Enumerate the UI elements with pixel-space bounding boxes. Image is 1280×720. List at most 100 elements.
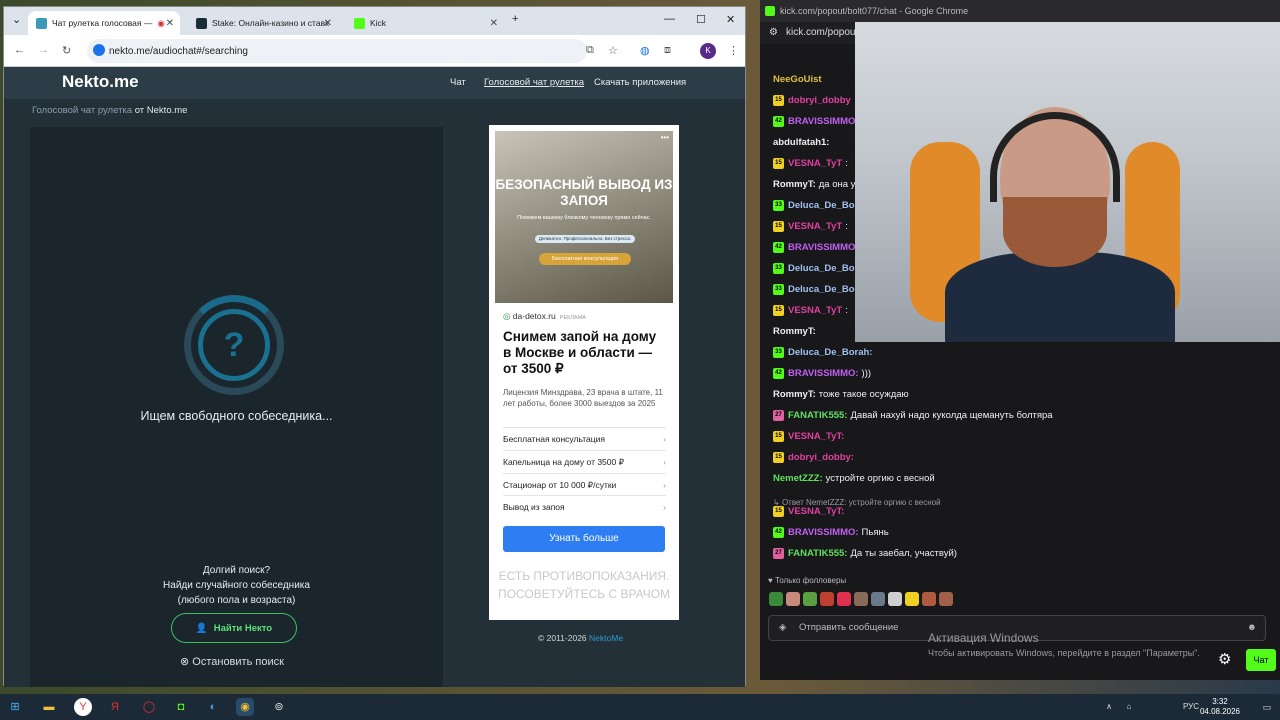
new-tab-icon[interactable]: + bbox=[512, 13, 518, 25]
tray-arrow-icon[interactable]: ∧ bbox=[1100, 698, 1118, 716]
emote[interactable] bbox=[837, 592, 851, 606]
explorer-icon[interactable]: ▬ bbox=[40, 698, 58, 716]
chat-username[interactable]: VESNA_TyT bbox=[788, 221, 842, 232]
extension-icon[interactable]: ◍ bbox=[640, 44, 650, 57]
emote[interactable] bbox=[769, 592, 783, 606]
language-indicator[interactable]: РУС bbox=[1182, 698, 1200, 716]
opera-icon[interactable]: ◯ bbox=[140, 698, 158, 716]
close-window-icon[interactable]: ✕ bbox=[726, 13, 735, 26]
chat-message[interactable]: 15 dobryi_dobby bbox=[773, 92, 854, 110]
clock[interactable]: 3:32 04.08.2026 bbox=[1200, 697, 1240, 717]
install-icon[interactable]: ⧉ bbox=[586, 44, 594, 57]
bookmark-star-icon[interactable]: ☆ bbox=[608, 44, 618, 57]
chat-username[interactable]: dobryi_dobby: bbox=[788, 452, 854, 463]
site-settings-icon[interactable]: ⚙ bbox=[769, 22, 778, 44]
chat-username[interactable]: dobryi_dobby bbox=[788, 95, 851, 106]
chat-username[interactable]: FANATIK555: bbox=[788, 548, 847, 559]
url-field[interactable]: nekto.me/audiochat#/searching bbox=[87, 39, 587, 63]
chat-message[interactable]: 42 BRAVISSIMMO bbox=[773, 113, 858, 131]
chat-message[interactable]: 15 VESNA_TyT: bbox=[773, 428, 847, 446]
chat-message[interactable]: 42 BRAVISSIMMO:))) bbox=[773, 365, 871, 383]
chat-message[interactable]: RommyT: bbox=[773, 323, 819, 341]
chat-message[interactable]: 27 FANATIK555: Давай нахуй надо куколда ще… bbox=[773, 407, 1053, 425]
emote[interactable] bbox=[786, 592, 800, 606]
chat-username[interactable]: Deluca_De_Bo bbox=[788, 263, 855, 274]
chrome-icon[interactable]: ◉ bbox=[236, 698, 254, 716]
emote[interactable] bbox=[939, 592, 953, 606]
tab-nekto[interactable]: Чат рулетка голосовая — ◉ ✕ bbox=[28, 11, 180, 35]
tab-stake[interactable]: Stake: Онлайн-казино и ставк ✕ bbox=[188, 11, 338, 35]
maximize-icon[interactable]: ☐ bbox=[696, 13, 706, 26]
emote[interactable] bbox=[922, 592, 936, 606]
chat-username[interactable]: RommyT: bbox=[773, 179, 816, 190]
back-icon[interactable]: ← bbox=[14, 44, 25, 56]
profile-avatar[interactable]: K bbox=[700, 43, 716, 59]
emoji-icon[interactable]: ☻ bbox=[1247, 616, 1257, 640]
emote[interactable] bbox=[871, 592, 885, 606]
notifications-icon[interactable]: ▭ bbox=[1258, 698, 1276, 716]
emote[interactable] bbox=[905, 592, 919, 606]
extensions-puzzle-icon[interactable]: ⧈ bbox=[664, 44, 671, 57]
ad-image[interactable]: ••• БЕЗОПАСНЫЙ ВЫВОД ИЗ ЗАПОЯ Поможем ва… bbox=[495, 131, 673, 303]
emote[interactable] bbox=[820, 592, 834, 606]
yandex-browser-icon[interactable]: Y bbox=[74, 698, 92, 716]
ad-link[interactable]: Капельница на дому от 3500 ₽ › bbox=[503, 450, 666, 472]
popout-url[interactable]: kick.com/popout bbox=[786, 27, 858, 38]
chat-username[interactable]: RommyT: bbox=[773, 389, 816, 400]
chat-message[interactable]: 42 BRAVISSIMMO bbox=[773, 239, 858, 257]
ad-link[interactable]: Бесплатная консультация › bbox=[503, 427, 666, 449]
chat-message[interactable]: 33 Deluca_De_Bo bbox=[773, 260, 858, 278]
close-icon[interactable]: ✕ bbox=[166, 18, 174, 29]
emote[interactable] bbox=[803, 592, 817, 606]
chat-message[interactable]: 33 Deluca_De_Bo bbox=[773, 197, 858, 215]
chat-message[interactable]: 15 VESNA_TyT: bbox=[773, 155, 848, 173]
emote[interactable] bbox=[888, 592, 902, 606]
chat-message[interactable]: 33 Deluca_De_Borah: bbox=[773, 344, 875, 362]
chat-username[interactable]: VESNA_TyT: bbox=[788, 431, 844, 442]
chat-username[interactable]: BRAVISSIMMO bbox=[788, 242, 855, 253]
chat-username[interactable]: FANATIK555: bbox=[788, 410, 847, 421]
menu-voice-roulette[interactable]: Голосовой чат рулетка bbox=[484, 77, 584, 88]
chat-username[interactable]: BRAVISSIMMO: bbox=[788, 527, 859, 538]
site-logo[interactable]: Nekto.me bbox=[62, 72, 139, 92]
close-icon[interactable]: ✕ bbox=[490, 18, 498, 29]
tab-kick[interactable]: Kick ✕ bbox=[346, 11, 504, 35]
close-icon[interactable]: ✕ bbox=[324, 18, 332, 29]
ad-link[interactable]: Стационар от 10 000 ₽/сутки › bbox=[503, 473, 666, 495]
chat-message[interactable]: 27 FANATIK555: Да ты заебал, участвуй) bbox=[773, 545, 957, 563]
menu-chat[interactable]: Чат bbox=[450, 77, 466, 88]
chat-message[interactable]: 33 Deluca_De_Bo bbox=[773, 281, 858, 299]
chat-message[interactable]: 42 BRAVISSIMMO: Пьянь bbox=[773, 524, 889, 542]
chat-username[interactable]: NemetZZZ: bbox=[773, 473, 823, 484]
yandex-icon[interactable]: Я bbox=[106, 698, 124, 716]
windows-start-icon[interactable]: ⊞ bbox=[6, 698, 24, 716]
minimize-icon[interactable]: — bbox=[664, 13, 675, 25]
chat-message[interactable]: 15 VESNA_TyT: bbox=[773, 218, 848, 236]
ad-cta-button[interactable]: Узнать больше bbox=[503, 526, 665, 552]
send-chat-button[interactable]: Чат bbox=[1246, 649, 1276, 671]
chat-message[interactable]: 15 VESNA_TyT: bbox=[773, 302, 848, 320]
chat-message[interactable]: NeeGoUist bbox=[773, 71, 825, 89]
chat-message[interactable]: RommyT: да она у bbox=[773, 176, 855, 194]
chat-username[interactable]: RommyT: bbox=[773, 326, 816, 337]
chat-username[interactable]: VESNA_TyT bbox=[788, 158, 842, 169]
chat-username[interactable]: VESNA_TyT bbox=[788, 305, 842, 316]
ad-link[interactable]: Вывод из запоя › bbox=[503, 495, 666, 517]
breadcrumb-link[interactable]: Голосовой чат рулетка bbox=[32, 105, 132, 116]
chat-username[interactable]: Deluca_De_Bo bbox=[788, 200, 855, 211]
reload-icon[interactable]: ↻ bbox=[62, 44, 71, 57]
ad-headline[interactable]: Снимем запой на дому в Москве и области … bbox=[503, 329, 668, 377]
chat-username[interactable]: Deluca_De_Bo bbox=[788, 284, 855, 295]
tray-icons[interactable]: ⌂ bbox=[1120, 698, 1138, 716]
ad-domain[interactable]: ◎ da-detox.ru РЕКЛАМА bbox=[503, 311, 586, 322]
chat-username[interactable]: BRAVISSIMMO: bbox=[788, 368, 859, 379]
stop-search-button[interactable]: ⊗ Остановить поиск bbox=[180, 655, 284, 668]
menu-dots-icon[interactable]: ⋮ bbox=[728, 44, 739, 57]
gear-icon[interactable]: ⚙ bbox=[1218, 650, 1231, 668]
emote[interactable] bbox=[854, 592, 868, 606]
chat-message[interactable]: NemetZZZ: устройте оргию с весной bbox=[773, 470, 935, 488]
menu-download-apps[interactable]: Скачать приложения bbox=[594, 77, 686, 88]
edge-icon[interactable]: ◐ bbox=[204, 698, 222, 716]
kick-app-icon[interactable]: ◘ bbox=[172, 698, 190, 716]
chat-message[interactable]: abdulfatah1: bbox=[773, 134, 832, 152]
